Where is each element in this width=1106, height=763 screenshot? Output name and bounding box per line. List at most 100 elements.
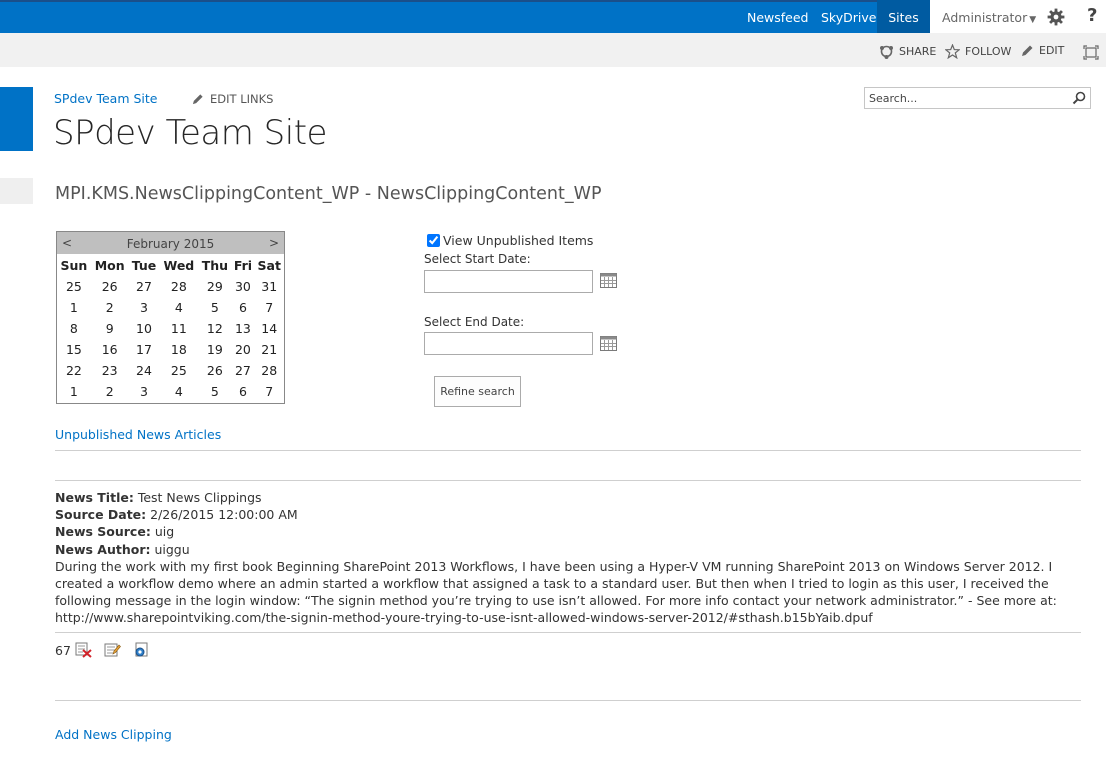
news-title-row: News Title: Test News Clippings	[55, 489, 1085, 506]
share-button[interactable]: SHARE	[879, 44, 936, 59]
calendar-day[interactable]: 19	[198, 339, 231, 360]
calendar-day[interactable]: 2	[91, 381, 129, 402]
search-icon[interactable]	[1072, 91, 1086, 105]
calendar-day[interactable]: 1	[57, 381, 91, 402]
chevron-down-icon: ▼	[1029, 15, 1037, 25]
calendar-day[interactable]: 14	[254, 318, 284, 339]
calendar-icon[interactable]	[600, 273, 617, 288]
view-icon[interactable]	[133, 642, 150, 658]
calendar-day[interactable]: 18	[159, 339, 198, 360]
calendar-day[interactable]: 22	[57, 360, 91, 381]
calendar-day[interactable]: 27	[231, 360, 254, 381]
gear-icon[interactable]	[1047, 8, 1065, 26]
news-source-row: News Source: uig	[55, 523, 1085, 540]
site-logo-block[interactable]	[0, 87, 33, 151]
calendar-day[interactable]: 3	[129, 381, 160, 402]
calendar-day[interactable]: 21	[254, 339, 284, 360]
suite-link-sites[interactable]: Sites	[877, 0, 930, 33]
next-month-button[interactable]: >	[269, 236, 279, 250]
weekday-header: Sat	[257, 258, 281, 273]
calendar-day[interactable]: 10	[129, 318, 160, 339]
user-name: Administrator	[942, 10, 1028, 25]
calendar-day[interactable]: 8	[57, 318, 91, 339]
calendar-day[interactable]: 26	[198, 360, 231, 381]
calendar-day[interactable]: 1	[57, 297, 91, 318]
search-box	[864, 87, 1091, 109]
weekday-header: Thu	[201, 258, 229, 273]
calendar-week-row: 8 9 10 11 12 13 14	[57, 318, 284, 339]
suite-bar: Newsfeed SkyDrive Sites Administrator ▼ ?	[0, 0, 1106, 33]
share-label: SHARE	[899, 45, 937, 58]
end-date-input[interactable]	[424, 332, 593, 355]
article-actions: 67	[55, 642, 150, 658]
divider	[55, 700, 1081, 701]
suite-link-newsfeed[interactable]: Newsfeed	[747, 0, 809, 33]
calendar-day[interactable]: 30	[231, 276, 254, 297]
share-icon	[880, 45, 893, 59]
page-heading: MPI.KMS.NewsClippingContent_WP - NewsCli…	[55, 184, 602, 204]
calendar-day[interactable]: 31	[254, 276, 284, 297]
calendar-day[interactable]: 9	[91, 318, 129, 339]
calendar-day[interactable]: 4	[159, 297, 198, 318]
calendar-week-row: 22 23 24 25 26 27 28	[57, 360, 284, 381]
calendar-day[interactable]: 6	[231, 381, 254, 402]
calendar-day[interactable]: 25	[159, 360, 198, 381]
search-input[interactable]	[869, 89, 1059, 107]
calendar-day[interactable]: 12	[198, 318, 231, 339]
calendar-day[interactable]: 15	[57, 339, 91, 360]
quick-launch-stub	[0, 178, 33, 204]
calendar-day[interactable]: 26	[91, 276, 129, 297]
edit-links-label: EDIT LINKS	[210, 92, 274, 106]
calendar-day[interactable]: 5	[198, 297, 231, 318]
calendar-day[interactable]: 17	[129, 339, 160, 360]
calendar-day[interactable]: 28	[254, 360, 284, 381]
breadcrumb-site-link[interactable]: SPdev Team Site	[54, 91, 157, 106]
edit-links-button[interactable]: EDIT LINKS	[192, 92, 273, 106]
end-date-label: Select End Date:	[424, 315, 525, 329]
refine-search-button[interactable]: Refine search	[434, 376, 521, 407]
edit-icon[interactable]	[104, 642, 121, 658]
calendar-day[interactable]: 25	[57, 276, 91, 297]
calendar-weeks: 25 26 27 28 29 30 31 1 2 3 4 5 6 7 8 9 10 11 12 13 14 15 16 17 1…	[57, 276, 284, 402]
calendar-day[interactable]: 2	[91, 297, 129, 318]
calendar-day[interactable]: 3	[129, 297, 160, 318]
calendar-day[interactable]: 28	[159, 276, 198, 297]
divider	[55, 480, 1081, 481]
calendar-week-row: 25 26 27 28 29 30 31	[57, 276, 284, 297]
weekday-header: Fri	[233, 258, 253, 273]
calendar-day[interactable]: 7	[254, 381, 284, 402]
site-title[interactable]: SPdev Team Site	[53, 113, 327, 153]
view-unpublished-checkbox[interactable]	[427, 234, 440, 247]
calendar-day[interactable]: 7	[254, 297, 284, 318]
calendar-day[interactable]: 5	[198, 381, 231, 402]
star-icon	[945, 44, 960, 59]
follow-label: FOLLOW	[965, 45, 1012, 58]
start-date-input[interactable]	[424, 270, 593, 293]
calendar-weekday-row: Sun Mon Tue Wed Thu Fri Sat	[57, 255, 284, 276]
calendar-day[interactable]: 27	[129, 276, 160, 297]
calendar-day[interactable]: 16	[91, 339, 129, 360]
calendar-day[interactable]: 4	[159, 381, 198, 402]
calendar-icon[interactable]	[600, 336, 617, 351]
calendar-day[interactable]: 20	[231, 339, 254, 360]
calendar-day[interactable]: 11	[159, 318, 198, 339]
calendar-day[interactable]: 29	[198, 276, 231, 297]
help-icon[interactable]: ?	[1087, 5, 1097, 26]
calendar-week-row: 1234567	[57, 381, 284, 402]
delete-icon[interactable]	[75, 642, 92, 658]
focus-on-content-button[interactable]	[1083, 45, 1099, 60]
calendar-day[interactable]: 24	[129, 360, 160, 381]
unpublished-news-articles-link[interactable]: Unpublished News Articles	[55, 427, 221, 442]
source-date-value: 2/26/2015 12:00:00 AM	[150, 507, 298, 523]
news-author-label: News Author:	[55, 541, 151, 557]
calendar-day[interactable]: 13	[231, 318, 254, 339]
suite-link-skydrive[interactable]: SkyDrive	[821, 0, 876, 33]
calendar-week-row: 15 16 17 18 19 20 21	[57, 339, 284, 360]
edit-button[interactable]: EDIT	[1021, 44, 1064, 57]
date-picker-calendar: < February 2015 > Sun Mon Tue Wed Thu Fr…	[56, 231, 285, 404]
calendar-day[interactable]: 6	[231, 297, 254, 318]
add-news-clipping-link[interactable]: Add News Clipping	[55, 727, 172, 742]
calendar-day[interactable]: 23	[91, 360, 129, 381]
view-unpublished-option[interactable]: View Unpublished Items	[427, 233, 593, 248]
follow-button[interactable]: FOLLOW	[945, 44, 1011, 59]
